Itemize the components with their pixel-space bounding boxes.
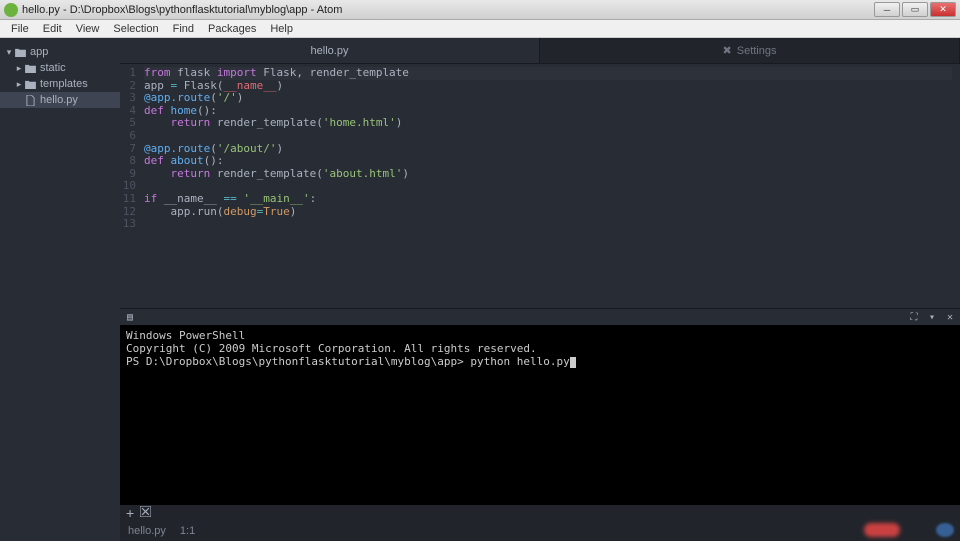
folder-icon (14, 47, 26, 57)
code-area[interactable]: from flask import Flask, render_template… (144, 64, 960, 308)
line-number: 8 (120, 155, 136, 168)
status-cursor-pos[interactable]: 1:1 (180, 525, 195, 537)
terminal-cursor (570, 357, 576, 368)
terminal-toolbar: ▤ ⛶ ▾ ✕ (120, 309, 960, 325)
terminal-x-icon[interactable] (140, 506, 151, 520)
terminal-tabbar: + (120, 505, 960, 521)
menu-packages[interactable]: Packages (201, 21, 263, 37)
line-number: 6 (120, 130, 136, 143)
code-line[interactable]: @app.route('/') (144, 92, 960, 105)
tree-item-static[interactable]: ▸ static (0, 60, 120, 76)
menu-selection[interactable]: Selection (106, 21, 165, 37)
maximize-button[interactable]: ▭ (902, 2, 928, 17)
menu-edit[interactable]: Edit (36, 21, 69, 37)
tree-root[interactable]: ▾ app (0, 44, 120, 60)
gear-icon: ✖ (723, 44, 732, 57)
chevron-right-icon: ▸ (14, 63, 24, 74)
chevron-right-icon: ▸ (14, 79, 24, 90)
menu-find[interactable]: Find (166, 21, 201, 37)
code-line[interactable]: return render_template('about.html') (144, 168, 960, 181)
code-line[interactable]: return render_template('home.html') (144, 117, 960, 130)
terminal-panel: ▤ ⛶ ▾ ✕ Windows PowerShellCopyright (C) … (120, 308, 960, 505)
main-area: ▾ app ▸ static ▸ templates hello.py hello.py… (0, 38, 960, 541)
terminal-collapse-icon[interactable]: ▾ (926, 311, 938, 323)
code-line[interactable]: app.run(debug=True) (144, 206, 960, 219)
code-editor[interactable]: 12345678910111213 from flask import Flas… (120, 64, 960, 308)
status-file[interactable]: hello.py (128, 525, 166, 537)
notification-badge[interactable] (864, 523, 900, 537)
menubar: FileEditViewSelectionFindPackagesHelp (0, 20, 960, 38)
atom-icon (4, 3, 18, 17)
terminal-fullscreen-icon[interactable]: ⛶ (908, 311, 920, 323)
tree-item-hello-py[interactable]: hello.py (0, 92, 120, 108)
line-number: 1 (120, 67, 136, 80)
status-bar: hello.py 1:1 (120, 521, 960, 541)
tree-label: templates (40, 78, 88, 90)
tab-bar: hello.py ✖ Settings (120, 38, 960, 64)
menu-view[interactable]: View (69, 21, 107, 37)
terminal-menu-icon[interactable]: ▤ (124, 311, 136, 323)
tab-hello-py[interactable]: hello.py (120, 38, 540, 63)
code-line[interactable] (144, 218, 960, 231)
terminal-line: Windows PowerShell (126, 329, 954, 342)
line-number: 3 (120, 92, 136, 105)
terminal-close-icon[interactable]: ✕ (944, 311, 956, 323)
tree-label: hello.py (40, 94, 78, 106)
code-line[interactable]: def about(): (144, 155, 960, 168)
close-button[interactable]: ✕ (930, 2, 956, 17)
tree-label: static (40, 62, 66, 74)
minimize-button[interactable]: ─ (874, 2, 900, 17)
line-number: 13 (120, 218, 136, 231)
line-number: 11 (120, 193, 136, 206)
folder-icon (24, 79, 36, 89)
folder-icon (24, 63, 36, 73)
code-line[interactable]: app = Flask(__name__) (144, 80, 960, 93)
window-titlebar: hello.py - D:\Dropbox\Blogs\pythonflaskt… (0, 0, 960, 20)
code-line[interactable]: @app.route('/about/') (144, 143, 960, 156)
editor-area: hello.py✖Settings 12345678910111213 from… (120, 38, 960, 541)
menu-file[interactable]: File (4, 21, 36, 37)
terminal-line: PS D:\Dropbox\Blogs\pythonflasktutorial\… (126, 355, 954, 368)
notification-icon[interactable] (936, 523, 954, 537)
file-icon (24, 95, 36, 105)
window-controls: ─ ▭ ✕ (874, 2, 956, 17)
tree-item-templates[interactable]: ▸ templates (0, 76, 120, 92)
window-title: hello.py - D:\Dropbox\Blogs\pythonflaskt… (22, 4, 874, 16)
menu-help[interactable]: Help (263, 21, 300, 37)
chevron-down-icon: ▾ (4, 47, 14, 58)
tree-root-label: app (30, 46, 48, 58)
terminal-line: Copyright (C) 2009 Microsoft Corporation… (126, 342, 954, 355)
line-gutter: 12345678910111213 (120, 64, 144, 308)
terminal-body[interactable]: Windows PowerShellCopyright (C) 2009 Mic… (120, 325, 960, 505)
new-terminal-icon[interactable]: + (126, 508, 134, 518)
tab-settings[interactable]: ✖ Settings (540, 38, 960, 63)
tab-label: hello.py (311, 45, 349, 57)
file-tree: ▾ app ▸ static ▸ templates hello.py (0, 38, 120, 541)
tab-label: Settings (737, 45, 777, 57)
